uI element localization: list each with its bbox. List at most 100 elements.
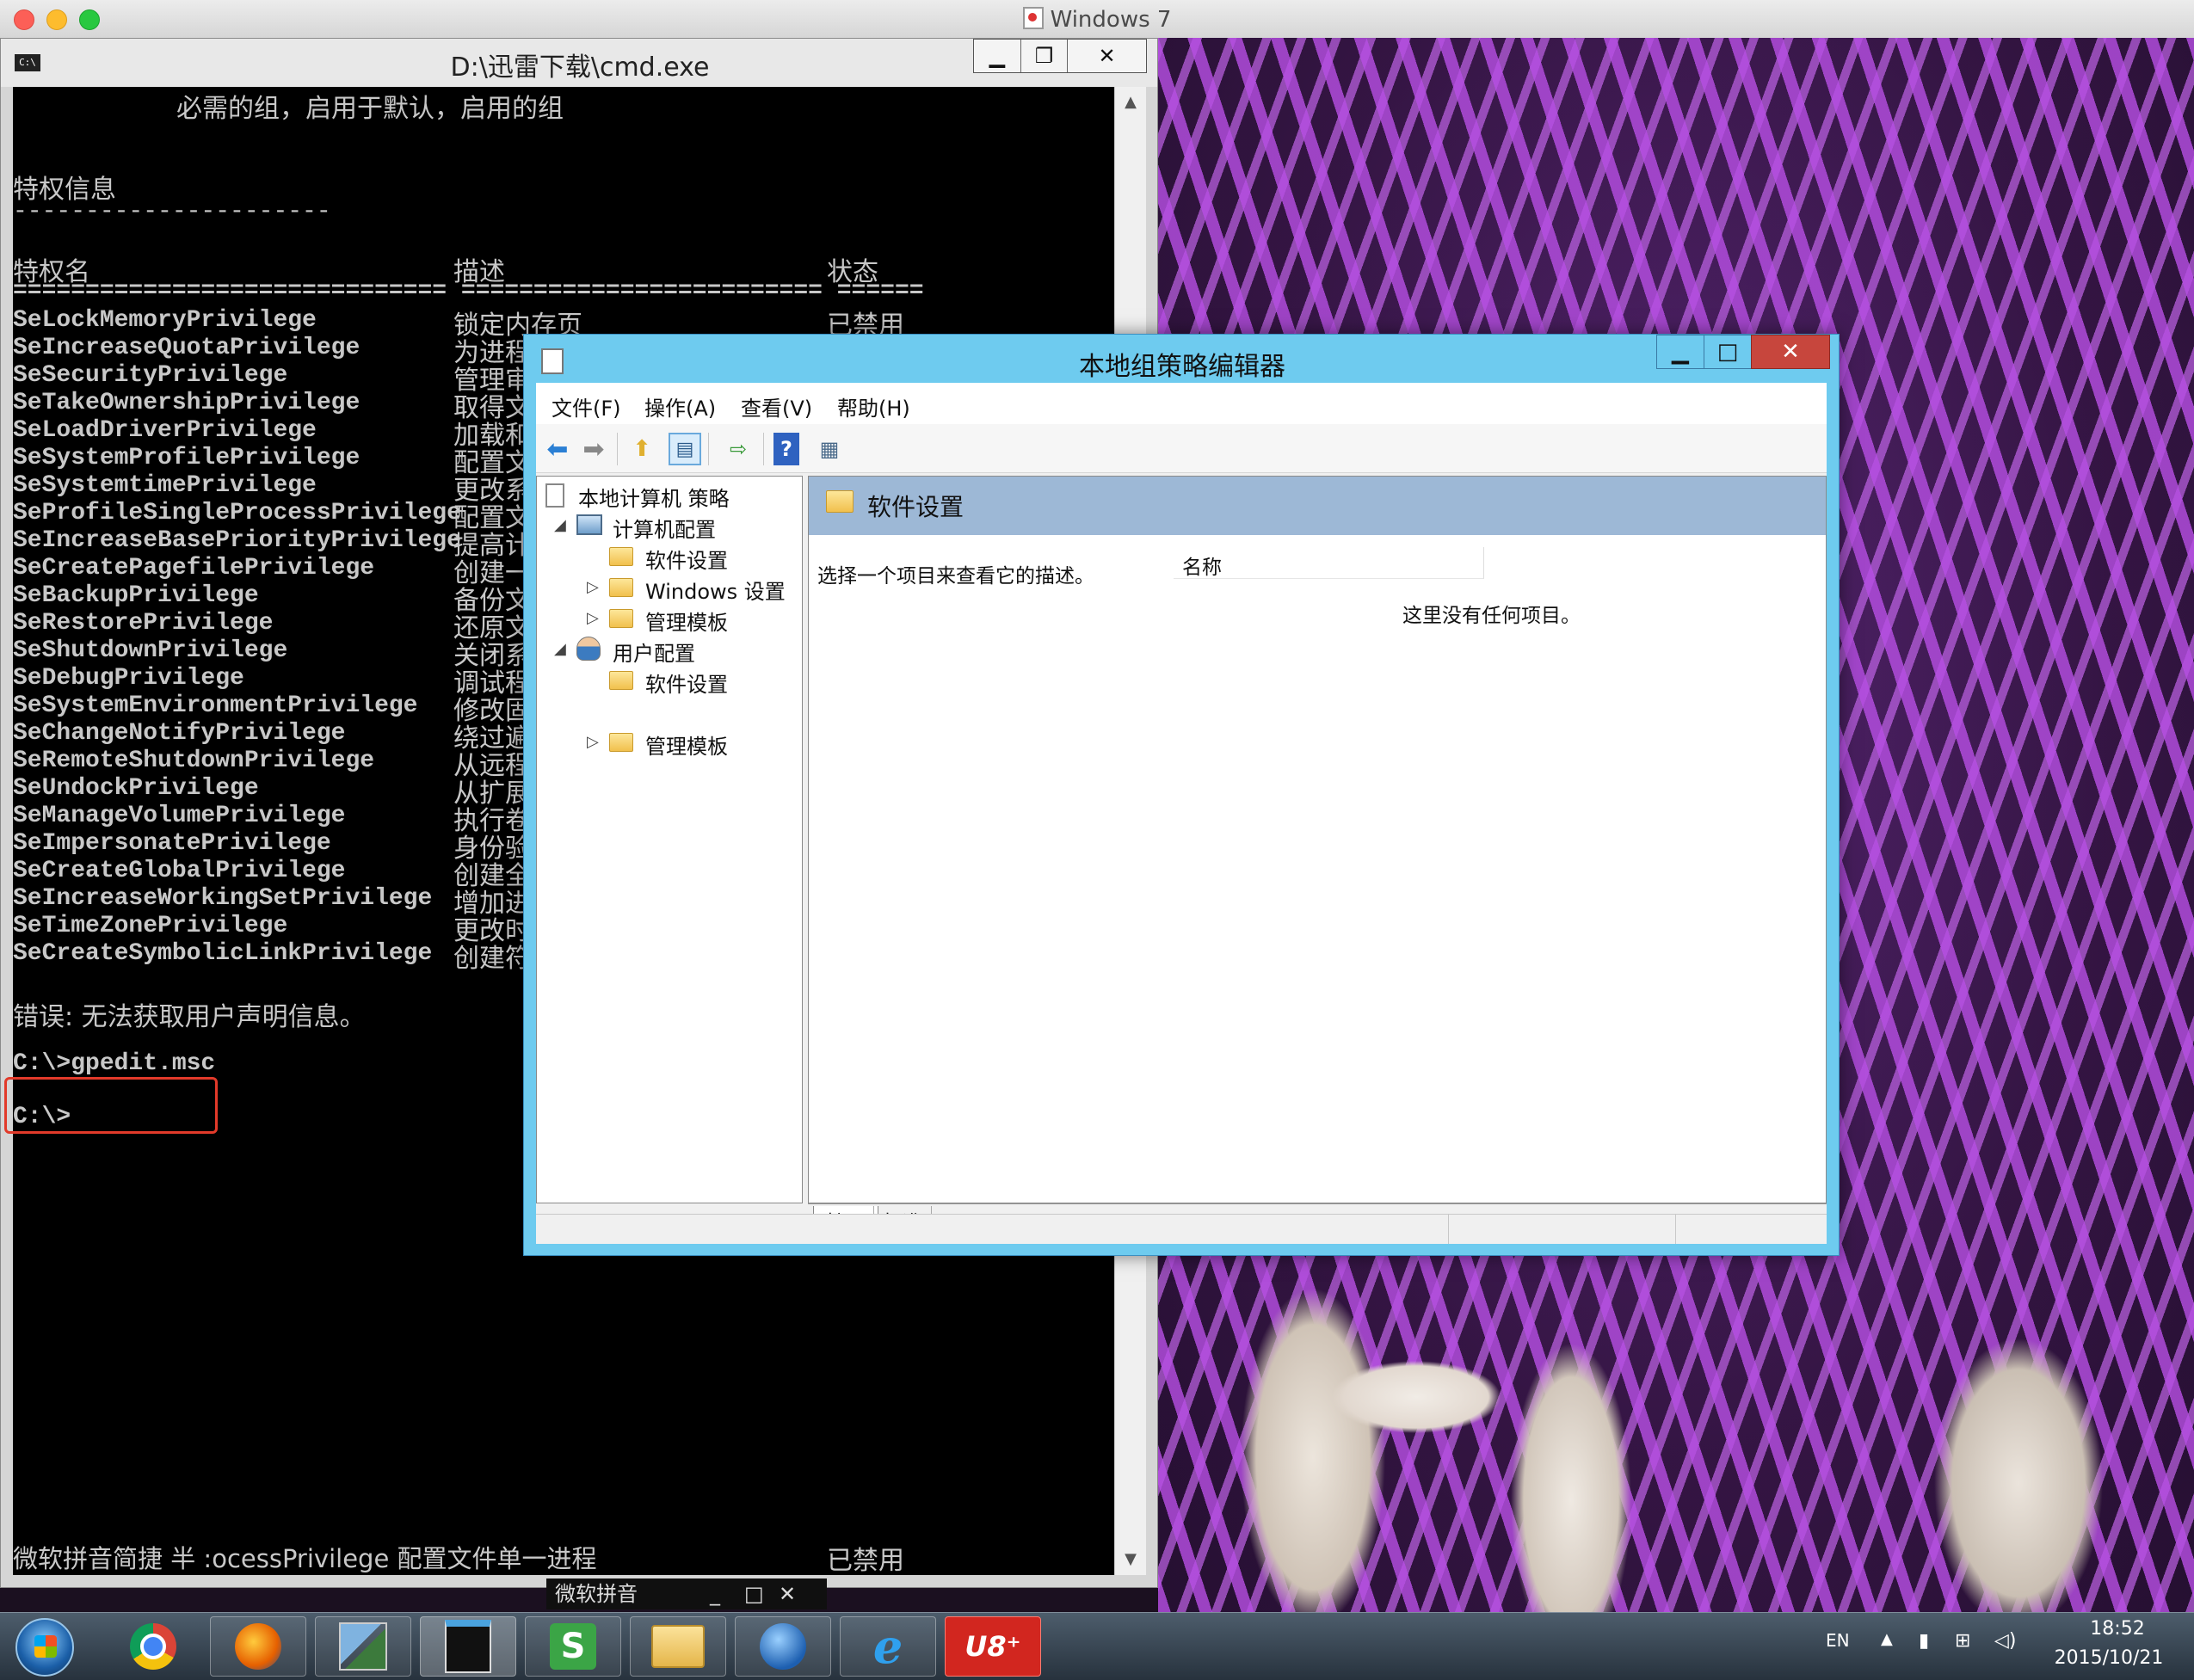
menu-view[interactable]: 查看(V) bbox=[741, 391, 812, 422]
scroll-down-icon[interactable]: ▼ bbox=[1115, 1544, 1146, 1575]
ime-toolbar[interactable]: 微软拼音 _ □ ✕ bbox=[546, 1578, 827, 1609]
taskbar-firefox[interactable] bbox=[210, 1616, 306, 1677]
cmd-titlebar[interactable]: C:\ D:\迅雷下载\cmd.exe ▁ ❐ ✕ bbox=[1, 39, 1157, 87]
network-computers-icon bbox=[339, 1622, 387, 1671]
collapsed-arrow-icon[interactable]: ▷ bbox=[587, 733, 599, 751]
privilege-row: SeLockMemoryPrivilege bbox=[13, 307, 317, 334]
privilege-row: SeProfileSingleProcessPrivilege bbox=[13, 500, 461, 526]
user-icon bbox=[576, 637, 601, 661]
cmd-caption-buttons: ▁ ❐ ✕ bbox=[973, 39, 1147, 73]
folder-icon bbox=[826, 490, 854, 513]
privilege-row: SeTakeOwnershipPrivilege bbox=[13, 390, 361, 416]
up-folder-icon[interactable]: ⬆ bbox=[626, 433, 658, 465]
close-icon: ✕ bbox=[1781, 339, 1800, 365]
cmd-minimize-button[interactable]: ▁ bbox=[974, 40, 1020, 72]
privilege-row: SeIncreaseQuotaPrivilege bbox=[13, 335, 361, 361]
privilege-row: SeCreatePagefilePrivilege bbox=[13, 555, 375, 582]
cmd-close-button[interactable]: ✕ bbox=[1067, 40, 1146, 72]
privilege-row: SeIncreaseWorkingSetPrivilege bbox=[13, 885, 433, 912]
details-pane[interactable]: 软件设置 选择一个项目来查看它的描述。 名称 这里没有任何项目。 bbox=[808, 476, 1827, 1203]
console-line: ============================== =========… bbox=[13, 278, 924, 305]
collapsed-arrow-icon[interactable]: ▷ bbox=[587, 578, 599, 596]
status-segment bbox=[1448, 1215, 1449, 1244]
taskbar-u8[interactable]: U8⁺ bbox=[945, 1616, 1041, 1677]
menu-file[interactable]: 文件(F) bbox=[552, 391, 621, 422]
menu-bar: 文件(F) 操作(A) 查看(V) 帮助(H) bbox=[536, 383, 1827, 425]
gpedit-close-button[interactable]: ✕ bbox=[1751, 335, 1830, 369]
restore-icon: ❐ bbox=[1034, 44, 1054, 68]
help-icon[interactable]: ? bbox=[773, 433, 799, 465]
gpedit-minimize-button[interactable]: ▁ bbox=[1656, 335, 1704, 369]
show-hidden-icons-icon[interactable]: ▲ bbox=[1881, 1630, 1893, 1648]
column-header[interactable]: 名称 bbox=[1174, 547, 1484, 579]
console-line: ---------------------- bbox=[13, 199, 331, 225]
scroll-up-icon[interactable]: ▲ bbox=[1115, 87, 1146, 118]
minimize-icon: ▁ bbox=[989, 44, 1006, 68]
host-titlebar: Windows 7 bbox=[0, 0, 2194, 39]
cmd-restore-button[interactable]: ❐ bbox=[1020, 40, 1067, 72]
menu-action[interactable]: 操作(A) bbox=[644, 391, 716, 422]
clock-time[interactable]: 18:52 bbox=[2070, 1618, 2165, 1640]
back-arrow-icon[interactable]: ⬅ bbox=[541, 433, 574, 465]
clock-date[interactable]: 2015/10/21 bbox=[2044, 1647, 2173, 1669]
ime-restore-icon[interactable]: □ bbox=[744, 1578, 764, 1609]
status-bar bbox=[536, 1214, 1827, 1244]
menu-help[interactable]: 帮助(H) bbox=[837, 391, 910, 422]
properties-icon[interactable]: ▦ bbox=[813, 433, 846, 465]
taskbar-cmd[interactable] bbox=[420, 1616, 516, 1677]
close-icon: ✕ bbox=[1098, 44, 1116, 68]
taskbar-explorer[interactable] bbox=[630, 1616, 726, 1677]
network-icon[interactable]: ⊞ bbox=[1955, 1630, 1970, 1652]
vm-icon bbox=[1022, 7, 1044, 29]
chrome-icon bbox=[130, 1623, 176, 1670]
tree-user-software[interactable]: 软件设置 bbox=[645, 668, 728, 698]
privilege-row: SeSystemProfilePrivilege bbox=[13, 445, 361, 471]
ime-minimize-icon[interactable]: _ bbox=[710, 1578, 720, 1609]
privilege-row: SeManageVolumePrivilege bbox=[13, 803, 346, 829]
folder-icon bbox=[609, 671, 633, 690]
volume-icon[interactable]: ◁) bbox=[1994, 1630, 2017, 1652]
tree-user-admin-templates[interactable]: 管理模板 bbox=[645, 729, 728, 760]
tree-root[interactable]: 本地计算机 策略 bbox=[578, 482, 730, 512]
taskbar-chrome[interactable] bbox=[105, 1616, 201, 1677]
console-bottom-line: 微软拼音简捷 半 :ocessPrivilege 配置文件单一进程 bbox=[13, 1544, 597, 1573]
taskbar-network-tool[interactable] bbox=[315, 1616, 411, 1677]
show-hide-tree-icon[interactable]: ▤ bbox=[669, 433, 701, 465]
tree-computer-config[interactable]: 计算机配置 bbox=[613, 513, 716, 543]
tree-computer-admin-templates[interactable]: 管理模板 bbox=[645, 606, 728, 636]
export-list-icon[interactable]: ⇨ bbox=[722, 433, 755, 465]
privilege-row: SeShutdownPrivilege bbox=[13, 637, 288, 664]
taskbar-spreadsheet[interactable]: S bbox=[525, 1616, 621, 1677]
tree-pane[interactable]: 本地计算机 策略 ◢ 计算机配置 软件设置 ▷ Windows 设置 ▷ 管理模… bbox=[536, 476, 803, 1203]
privilege-row: SeBackupPrivilege bbox=[13, 582, 259, 609]
minimize-icon: ▁ bbox=[1672, 339, 1689, 365]
console-line: 必需的组，启用于默认，启用的组 bbox=[176, 94, 564, 124]
privilege-row: SeCreateSymbolicLinkPrivilege bbox=[13, 940, 433, 967]
gpedit-maximize-button[interactable]: □ bbox=[1704, 335, 1752, 369]
tree-user-config[interactable]: 用户配置 bbox=[613, 637, 695, 667]
taskbar-media[interactable] bbox=[735, 1616, 831, 1677]
expanded-arrow-icon[interactable]: ◢ bbox=[554, 516, 566, 534]
expanded-arrow-icon[interactable]: ◢ bbox=[554, 640, 566, 658]
language-indicator[interactable]: EN bbox=[1826, 1630, 1850, 1651]
forward-arrow-icon[interactable]: ➡ bbox=[577, 433, 610, 465]
toolbar-separator bbox=[617, 433, 618, 465]
status-segment bbox=[1675, 1215, 1676, 1244]
folder-icon bbox=[609, 578, 633, 597]
privilege-row: SeSystemtimePrivilege bbox=[13, 472, 317, 499]
policy-doc-icon bbox=[545, 483, 564, 508]
cmd-taskbar-icon bbox=[445, 1620, 491, 1673]
pane-title: 软件设置 bbox=[867, 493, 964, 521]
ime-close-icon[interactable]: ✕ bbox=[779, 1578, 796, 1609]
collapsed-arrow-icon[interactable]: ▷ bbox=[587, 609, 599, 627]
taskbar: S e U8⁺ EN ▲ ▮ ⊞ ◁) 18:52 2015/10/21 bbox=[0, 1612, 2194, 1680]
privilege-row: SeSecurityPrivilege bbox=[13, 362, 288, 389]
start-button[interactable] bbox=[15, 1618, 74, 1677]
privilege-row: SeImpersonatePrivilege bbox=[13, 830, 331, 857]
folder-icon bbox=[609, 547, 633, 566]
tree-computer-windows-settings[interactable]: Windows 设置 bbox=[645, 575, 786, 605]
privilege-row: SeRestorePrivilege bbox=[13, 610, 274, 637]
tree-computer-software[interactable]: 软件设置 bbox=[645, 544, 728, 574]
battery-icon[interactable]: ▮ bbox=[1919, 1630, 1929, 1652]
taskbar-ie[interactable]: e bbox=[840, 1616, 936, 1677]
